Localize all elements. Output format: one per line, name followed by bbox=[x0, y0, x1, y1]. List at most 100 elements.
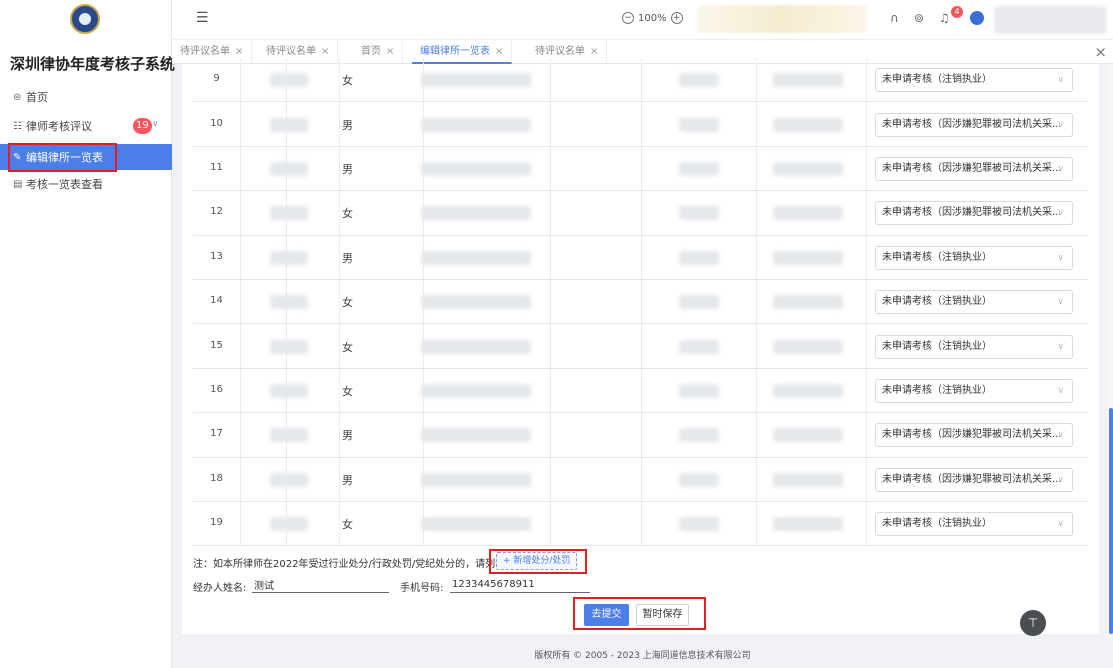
cell-divider bbox=[240, 324, 241, 368]
zoom-in-icon[interactable]: + bbox=[670, 12, 683, 24]
close-icon[interactable]: × bbox=[495, 46, 503, 57]
review-status-select[interactable]: 未申请考核（注销执业） ∨ bbox=[875, 378, 1073, 403]
row-number: 11 bbox=[210, 161, 223, 173]
cell-divider bbox=[550, 146, 551, 191]
select-value: 未申请考核（因涉嫌犯罪被司法机关采... bbox=[882, 473, 1062, 485]
review-status-select[interactable]: 未申请考核（因涉嫌犯罪被司法机关采... ∨ bbox=[875, 423, 1073, 448]
table-row: 15 女 未申请考核（注销执业） ∨ bbox=[193, 324, 1088, 369]
bell-icon[interactable]: ♫ bbox=[939, 11, 950, 25]
review-status-select[interactable]: 未申请考核（注销执业） ∨ bbox=[875, 334, 1073, 359]
redacted-cell bbox=[421, 517, 531, 532]
cell-divider bbox=[240, 502, 241, 546]
redacted-cell bbox=[773, 161, 843, 176]
redacted-cell bbox=[270, 295, 308, 310]
scrollbar-thumb[interactable] bbox=[1109, 408, 1113, 634]
redacted-cell bbox=[421, 73, 531, 88]
close-all-icon[interactable]: × bbox=[1094, 43, 1107, 61]
redacted-cell bbox=[270, 117, 308, 132]
zoom-out-icon[interactable]: − bbox=[622, 12, 634, 24]
chevron-down-icon: ∨ bbox=[152, 119, 159, 129]
menu-toggle-icon[interactable]: ☰ bbox=[196, 10, 209, 26]
close-icon[interactable]: × bbox=[386, 46, 394, 57]
cell-divider bbox=[756, 368, 757, 413]
cell-divider bbox=[866, 413, 867, 457]
cell-divider bbox=[240, 280, 241, 324]
row-number: 18 bbox=[210, 472, 223, 484]
cell-divider bbox=[550, 280, 551, 324]
back-to-top-button[interactable]: ⊤ bbox=[1020, 610, 1046, 636]
close-icon[interactable]: × bbox=[590, 46, 598, 57]
cell-divider bbox=[756, 457, 757, 501]
chevron-down-icon: ∨ bbox=[1057, 430, 1064, 441]
select-value: 未申请考核（因涉嫌犯罪被司法机关采... bbox=[882, 162, 1062, 174]
row-number: 19 bbox=[210, 517, 223, 529]
gender-cell: 男 bbox=[342, 118, 353, 132]
select-value: 未申请考核（注销执业） bbox=[882, 518, 992, 530]
sidebar-item-edit-firm-list[interactable]: ✎ 编辑律所一览表 bbox=[0, 144, 172, 170]
help-icon[interactable]: ⊚ bbox=[914, 11, 924, 25]
handler-name-input[interactable] bbox=[252, 577, 389, 593]
redacted-cell bbox=[421, 161, 531, 176]
review-status-select[interactable]: 未申请考核（因涉嫌犯罪被司法机关采... ∨ bbox=[875, 201, 1073, 226]
review-status-select[interactable]: 未申请考核（注销执业） ∨ bbox=[875, 245, 1073, 270]
select-value: 未申请考核（注销执业） bbox=[882, 251, 992, 263]
phone-label: 手机号码: bbox=[400, 583, 444, 594]
chevron-down-icon: ∨ bbox=[1057, 208, 1064, 219]
redacted-cell bbox=[270, 472, 308, 487]
cell-divider bbox=[866, 324, 867, 368]
main-content: 9 女未申请考核（注销执业） ∨ 10 男未申请考核（因涉嫌犯罪被司法机关采... ∨ 11… bbox=[182, 58, 1099, 636]
cell-divider bbox=[756, 235, 757, 279]
redacted-cell bbox=[421, 117, 531, 132]
close-icon[interactable]: × bbox=[235, 46, 243, 57]
review-status-select[interactable]: 未申请考核（因涉嫌犯罪被司法机关采... ∨ bbox=[875, 112, 1073, 137]
select-value: 未申请考核（注销执业） bbox=[882, 384, 992, 396]
cell-divider bbox=[641, 413, 642, 457]
sidebar-item-label: 编辑律所一览表 bbox=[26, 151, 103, 164]
list-icon: ☷ bbox=[13, 120, 22, 132]
home-icon: ⊜ bbox=[13, 91, 22, 103]
submit-button[interactable]: 去提交 bbox=[584, 604, 629, 626]
cell-divider bbox=[866, 191, 867, 235]
cell-divider bbox=[756, 58, 757, 102]
close-icon[interactable]: × bbox=[321, 46, 329, 57]
phone-input[interactable] bbox=[450, 577, 590, 593]
select-value: 未申请考核（因涉嫌犯罪被司法机关采... bbox=[882, 118, 1062, 130]
save-draft-button[interactable]: 暂时保存 bbox=[636, 604, 689, 626]
redacted-cell bbox=[270, 161, 308, 176]
cell-divider bbox=[339, 235, 340, 279]
cell-divider bbox=[339, 280, 340, 324]
redacted-cell bbox=[679, 295, 719, 310]
cell-divider bbox=[866, 102, 867, 146]
sidebar-item-review-overview[interactable]: ▤ 考核一览表查看 bbox=[0, 171, 172, 197]
headset-icon[interactable]: ∩ bbox=[890, 11, 899, 25]
review-status-select[interactable]: 未申请考核（注销执业） ∨ bbox=[875, 68, 1073, 93]
chevron-down-icon: ∨ bbox=[1057, 519, 1064, 530]
cell-divider bbox=[641, 58, 642, 102]
review-status-select[interactable]: 未申请考核（因涉嫌犯罪被司法机关采... ∨ bbox=[875, 156, 1073, 181]
cell-divider bbox=[240, 58, 241, 102]
footer-copyright: 版权所有 © 2005 - 2023 上海同道信息技术有限公司 bbox=[534, 651, 751, 661]
avatar[interactable] bbox=[970, 11, 984, 25]
sidebar-item-home[interactable]: ⊜ 首页 bbox=[0, 84, 172, 110]
redacted-cell bbox=[270, 250, 308, 265]
redacted-cell bbox=[679, 73, 719, 88]
review-status-select[interactable]: 未申请考核（注销执业） ∨ bbox=[875, 512, 1073, 537]
add-penalty-button[interactable]: + 新增处分/处罚 bbox=[496, 552, 578, 570]
redacted-cell bbox=[421, 339, 531, 354]
logo-emblem bbox=[70, 4, 100, 34]
row-number: 13 bbox=[210, 250, 223, 262]
cell-divider bbox=[550, 413, 551, 457]
redacted-cell bbox=[773, 117, 843, 132]
row-number: 16 bbox=[210, 383, 223, 395]
redacted-cell bbox=[773, 339, 843, 354]
redacted-cell bbox=[773, 428, 843, 443]
chevron-down-icon: ∨ bbox=[1057, 119, 1064, 130]
table-row: 9 女 未申请考核（注销执业） ∨ bbox=[193, 58, 1088, 103]
review-status-select[interactable]: 未申请考核（因涉嫌犯罪被司法机关采... ∨ bbox=[875, 467, 1073, 492]
cell-divider bbox=[756, 324, 757, 368]
sidebar: 深圳律协年度考核子系统 ⊜ 首页 ☷ 律师考核评议 19 ∨ ✎ 编辑律所一览表… bbox=[0, 0, 175, 668]
sidebar-item-lawyer-review[interactable]: ☷ 律师考核评议 19 ∨ bbox=[0, 113, 172, 139]
review-status-select[interactable]: 未申请考核（注销执业） ∨ bbox=[875, 290, 1073, 315]
penalty-note: 注：如本所律师在2022年受过行业处分/行政处罚/党纪处分的，请列明 bbox=[193, 559, 506, 570]
cell-divider bbox=[756, 502, 757, 546]
